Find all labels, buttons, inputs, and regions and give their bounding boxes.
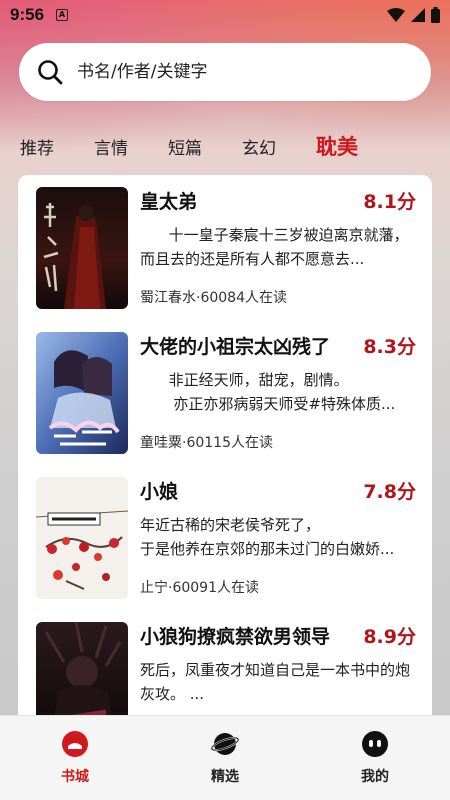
book-score: 8.9分 bbox=[363, 626, 416, 648]
tab-fantasy[interactable]: 玄幻 bbox=[242, 134, 276, 159]
book-title: 皇太弟 bbox=[140, 191, 198, 213]
list-item[interactable]: 皇太弟 8.1分 十一皇子秦宸十三岁被迫离京就藩，而且去的还是所有人都不愿意去.… bbox=[36, 187, 416, 312]
list-item[interactable]: 大佬的小祖宗太凶残了 8.3分 非正经天师，甜宠，剧情。 亦正亦邪病弱天师受#特… bbox=[36, 332, 416, 457]
book-description: 非正经天师，甜宠，剧情。 亦正亦邪病弱天师受#特殊体质... bbox=[168, 371, 396, 413]
signal-icon bbox=[411, 8, 425, 22]
profile-icon bbox=[362, 731, 388, 757]
wifi-icon bbox=[387, 8, 405, 22]
tab-danmei[interactable]: 耽美 bbox=[316, 131, 358, 161]
search-icon bbox=[38, 60, 63, 85]
book-title: 小娘 bbox=[140, 481, 179, 503]
planet-icon bbox=[211, 733, 239, 755]
book-description: 死后，凤重夜才知道自己是一本书中的炮灰攻。 ... bbox=[140, 661, 411, 703]
battery-icon bbox=[431, 7, 440, 23]
book-cover bbox=[36, 187, 128, 309]
book-meta: 童哇粟·60115人在读 bbox=[140, 435, 273, 451]
book-title: 大佬的小祖宗太凶残了 bbox=[140, 336, 331, 358]
tab-romance[interactable]: 言情 bbox=[94, 134, 128, 159]
notification-icon: A bbox=[56, 9, 69, 21]
status-time: 9:56 bbox=[10, 5, 45, 24]
search-input[interactable] bbox=[77, 62, 377, 82]
book-cover bbox=[36, 477, 128, 599]
nav-label: 精选 bbox=[211, 769, 239, 785]
nav-label: 我的 bbox=[361, 769, 389, 785]
search-bar[interactable] bbox=[19, 43, 431, 101]
bookstore-icon bbox=[62, 731, 88, 757]
book-title: 小狼狗撩疯禁欲男领导 bbox=[140, 626, 331, 648]
nav-profile[interactable]: 我的 bbox=[300, 716, 450, 800]
book-description: 十一皇子秦宸十三岁被迫离京就藩，而且去的还是所有人都不愿意去... bbox=[140, 226, 409, 268]
book-meta: 止宁·60091人在读 bbox=[140, 580, 259, 596]
bottom-navigation: 书城 精选 我的 bbox=[0, 715, 450, 800]
book-score: 8.3分 bbox=[363, 336, 416, 358]
book-list: 皇太弟 8.1分 十一皇子秦宸十三岁被迫离京就藩，而且去的还是所有人都不愿意去.… bbox=[18, 175, 432, 735]
list-item[interactable]: 小娘 7.8分 年近古稀的宋老侯爷死了， 于是他养在京郊的那未过门的白嫩娇...… bbox=[36, 477, 416, 602]
status-icons bbox=[387, 7, 440, 23]
tab-recommend[interactable]: 推荐 bbox=[20, 134, 54, 159]
nav-featured[interactable]: 精选 bbox=[150, 716, 300, 800]
book-score: 7.8分 bbox=[363, 481, 416, 503]
nav-bookstore[interactable]: 书城 bbox=[0, 716, 150, 800]
book-cover bbox=[36, 332, 128, 454]
book-score: 8.1分 bbox=[363, 191, 416, 213]
book-meta: 蜀江春水·60084人在读 bbox=[140, 290, 287, 306]
tab-short[interactable]: 短篇 bbox=[168, 134, 202, 159]
status-bar: 9:56 A bbox=[0, 0, 450, 30]
category-tabs: 推荐 言情 短篇 玄幻 耽美 bbox=[20, 130, 440, 162]
nav-label: 书城 bbox=[61, 769, 89, 785]
book-description: 年近古稀的宋老侯爷死了， 于是他养在京郊的那未过门的白嫩娇... bbox=[140, 516, 395, 558]
